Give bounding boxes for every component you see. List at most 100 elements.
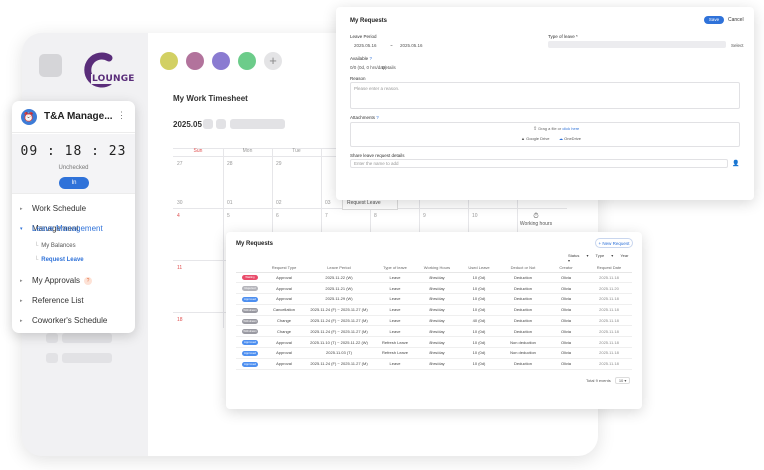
table-row[interactable]: Withdrawn Change 2025.11.24 (F) ~ 2025.11.… (236, 325, 632, 338)
cell-creator: Olivia (546, 304, 586, 316)
month-selector-placeholder[interactable] (230, 119, 285, 129)
calendar-day[interactable]: 27 (177, 161, 183, 167)
cell-used: 10 (0d) (458, 272, 500, 284)
calendar-day[interactable]: 01 (227, 200, 233, 206)
attachment-dropzone[interactable]: ⇪ Drag a file or click here ▲ Google Dri… (350, 122, 740, 147)
theme-color-picker: + (160, 52, 282, 70)
calendar-day[interactable]: 28 (227, 161, 233, 167)
cell-deduct: Non deduction (500, 336, 546, 349)
cell-hours: 8hrs/day (416, 272, 458, 284)
requests-title: My Requests (236, 241, 274, 247)
save-button[interactable]: Save (704, 16, 724, 24)
check-in-button[interactable]: In (59, 177, 89, 189)
upload-area: ⇪ Drag a file or click here (533, 126, 580, 132)
request-form-panel: My Requests Save Cancel Leave Period 202… (336, 7, 754, 200)
calendar-day[interactable]: 03 (325, 200, 331, 206)
cell-creator: Olivia (546, 282, 586, 295)
caret-right-icon: ▸ (20, 206, 23, 212)
cell-type: Approval (264, 347, 304, 359)
calendar-day[interactable]: 7 (325, 213, 328, 219)
add-person-icon[interactable]: 👤 (732, 160, 739, 167)
table-row[interactable]: Withdrawn Change 2025.11.24 (F) ~ 2025.11.… (236, 315, 632, 327)
menu-item-work-schedule[interactable]: ▸ Work Schedule Management (12, 199, 135, 233)
theme-yellow[interactable] (160, 52, 178, 70)
table-row[interactable]: Withdrawn Cancellation 2025.11.24 (F) ~ 20… (236, 304, 632, 316)
calendar-day[interactable]: 9 (423, 213, 426, 219)
type-filter[interactable]: Type ▾ (596, 253, 614, 258)
calendar-day[interactable]: 11 (177, 265, 182, 271)
calendar-day[interactable]: 10 (472, 213, 478, 219)
google-drive-button[interactable]: ▲ Google Drive (521, 136, 549, 141)
date-from-input[interactable]: 2025.05.16 (354, 43, 377, 48)
cell-used: 10 (0d) (458, 347, 500, 359)
prev-month-button[interactable] (203, 119, 213, 129)
app-icon-placeholder[interactable] (39, 54, 62, 77)
date-to-input[interactable]: 2025.05.16 (400, 43, 423, 48)
tree-branch-icon: └ (34, 257, 39, 263)
per-page-select[interactable]: 10 ▾ (614, 377, 631, 384)
menu-item-my-approvals[interactable]: ▸ My Approvals? (12, 271, 135, 291)
status-filter[interactable]: Status ▾ (568, 253, 588, 258)
cell-type: Change (264, 315, 304, 327)
table-row[interactable]: Rejected Approval 2025.11.21 (W) Leave 8hrs/… (236, 282, 632, 295)
cell-date: 2025.11.18 (586, 336, 632, 349)
click-here-link[interactable]: click here (562, 126, 579, 131)
calendar-day[interactable]: 6 (276, 213, 279, 219)
submenu-my-balances[interactable]: └ My Balances (12, 239, 135, 253)
more-options-icon[interactable]: ⋮ (117, 110, 126, 121)
table-row[interactable]: Approved Approval 2025.11.29 (W) Leave 8hrs/… (236, 293, 632, 305)
available-details-link[interactable]: Details (382, 65, 396, 70)
calendar-day[interactable]: 02 (276, 200, 282, 206)
cell-used: 10 (0d) (458, 282, 500, 295)
onedrive-button[interactable]: ☁ OneDrive (559, 136, 581, 141)
theme-mauve[interactable] (186, 52, 204, 70)
cell-status: Rejected (236, 282, 264, 295)
theme-purple[interactable] (212, 52, 230, 70)
cell-date: 2025.11.18 (586, 358, 632, 370)
calendar-day[interactable]: 5 (227, 213, 230, 219)
menu-item-leave-management[interactable]: ▾ Leave Management (12, 219, 135, 239)
cell-used: 10 (0d) (458, 293, 500, 305)
theme-green[interactable] (238, 52, 256, 70)
calendar-day[interactable]: 29 (276, 161, 282, 167)
cell-status: Withdrawn (236, 304, 264, 316)
cell-date: 2025.11.18 (586, 325, 632, 338)
cell-leave: Leave (374, 272, 416, 284)
table-row[interactable]: Approved Approval 2025.11.03 (T) Refresh Le… (236, 347, 632, 359)
leave-period-label: Leave Period (350, 34, 377, 39)
working-hours-label: Working hours (519, 221, 553, 227)
cell-period: 2025.11.24 (F) ~ 2025.11.27 (M) (304, 325, 374, 338)
upload-icon: ⇪ (533, 126, 538, 132)
share-name-input[interactable]: Enter the name to add (350, 159, 728, 168)
status-badge: Approved (242, 340, 258, 346)
cell-period: 2025.11.21 (W) (304, 282, 374, 295)
status-badge: Withdrawn (242, 318, 258, 324)
calendar-day[interactable]: 18 (177, 317, 183, 323)
cell-creator: Olivia (546, 315, 586, 327)
lounge-logo[interactable]: LOUNGE (77, 48, 136, 92)
cell-status: Withdrawn (236, 315, 264, 327)
next-month-button[interactable] (216, 119, 226, 129)
type-select-button[interactable]: Select (731, 43, 744, 48)
cell-type: Cancellation (264, 304, 304, 316)
cell-leave: Leave (374, 304, 416, 316)
type-of-leave-field[interactable] (548, 41, 726, 48)
menu-item-reference-list[interactable]: ▸ Reference List (12, 291, 135, 311)
new-request-button[interactable]: + New Request (595, 238, 633, 248)
menu-item-label: Reference List (32, 296, 84, 305)
table-row[interactable]: Waiting Approval 2025.11.22 (W) Leave 8hrs/d… (236, 272, 632, 284)
calendar-day[interactable]: 8 (374, 213, 377, 219)
status-badge: Withdrawn (242, 307, 258, 313)
calendar-day[interactable]: 4 (177, 213, 180, 219)
table-row[interactable]: Approved Approval 2025.11.10 (T) ~ 2025.11… (236, 336, 632, 349)
info-icon: ? (376, 115, 379, 120)
table-row[interactable]: Approved Approval 2025.11.24 (F) ~ 2025.11… (236, 358, 632, 370)
calendar-day[interactable]: 30 (177, 200, 183, 206)
cancel-button[interactable]: Cancel (728, 16, 744, 24)
submenu-request-leave[interactable]: └ Request Leave (12, 253, 135, 267)
add-theme-button[interactable]: + (264, 52, 282, 70)
reason-textarea[interactable]: Please enter a reason. (350, 82, 740, 109)
menu-item-coworkers-schedule[interactable]: ▸ Coworker's Schedule (12, 311, 135, 331)
status-badge: Approved (242, 350, 258, 356)
tree-branch-icon: └ (34, 243, 39, 249)
